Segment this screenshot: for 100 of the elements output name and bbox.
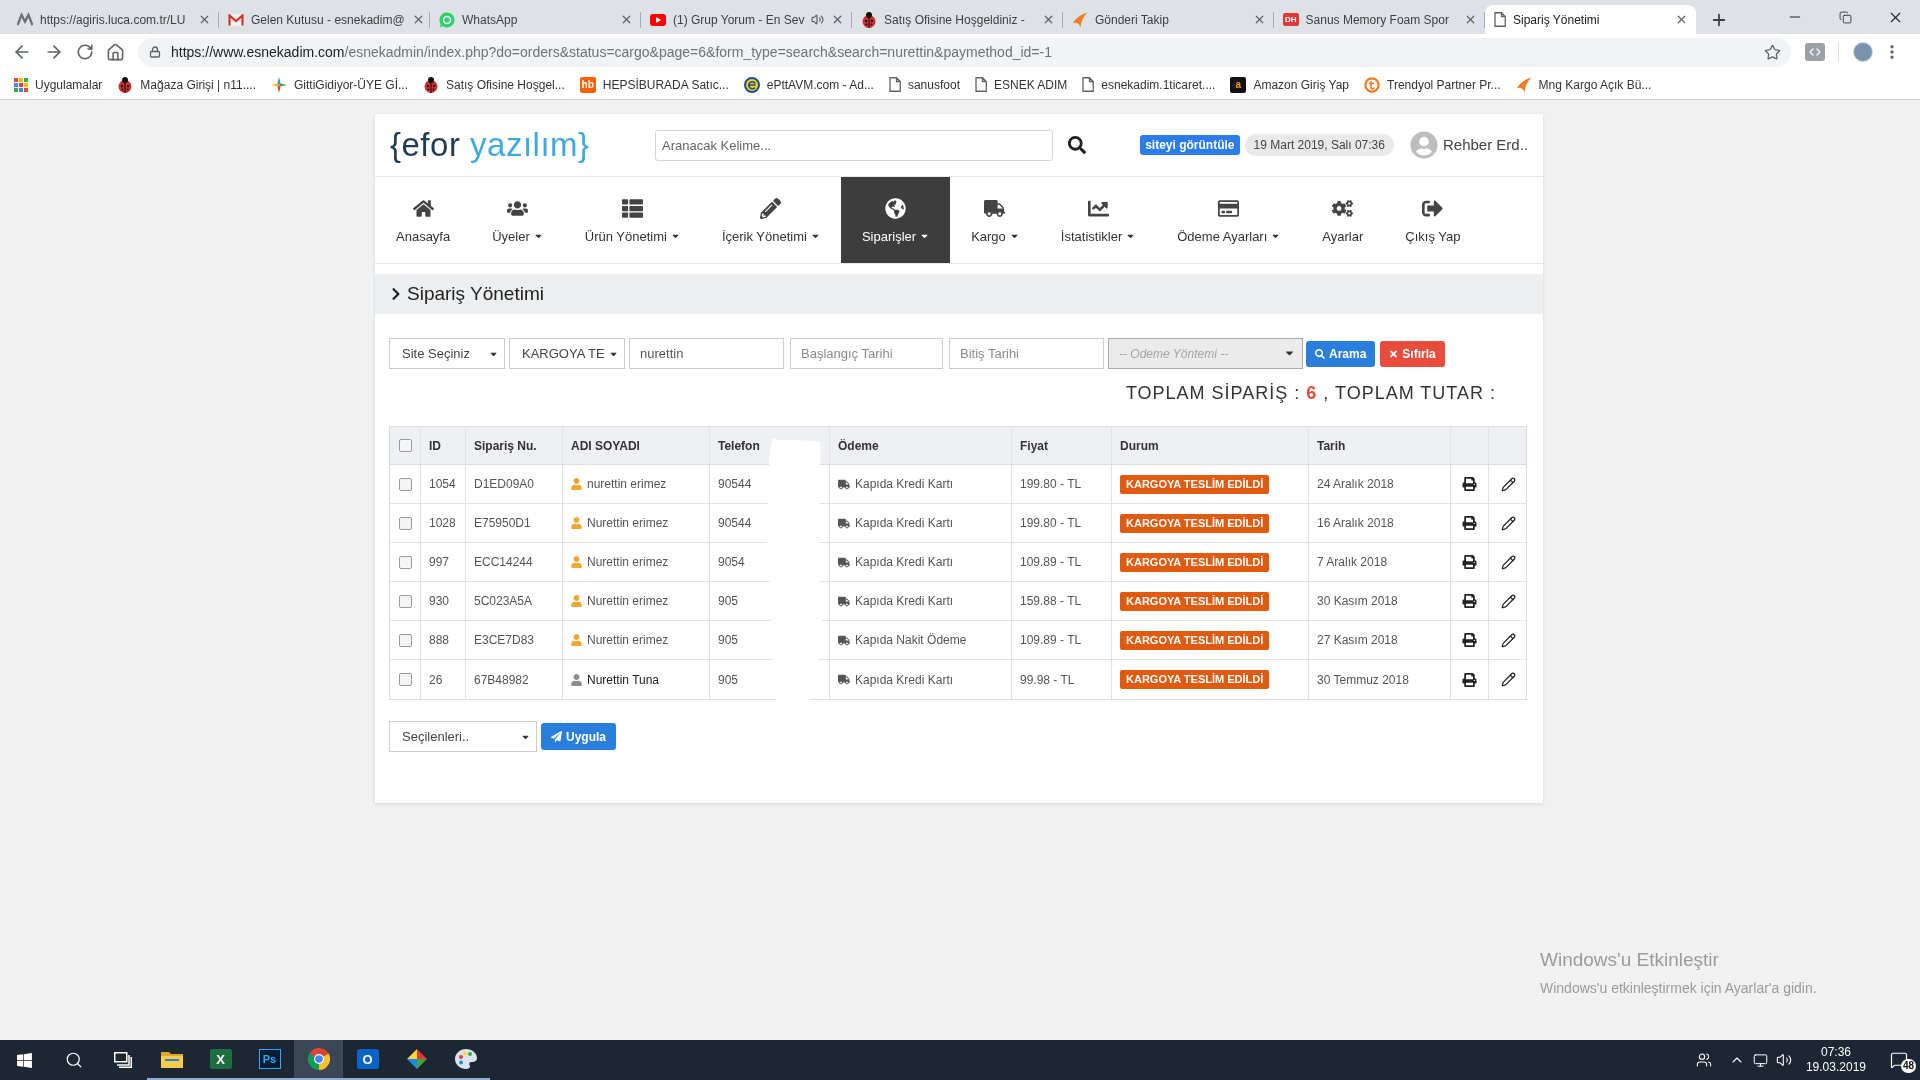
search-icon[interactable] bbox=[1068, 136, 1086, 154]
bookmark[interactable]: Trendyol Partner Pr... bbox=[1358, 71, 1507, 98]
site-select[interactable]: Site Seçiniz bbox=[389, 338, 505, 369]
pencil-icon[interactable] bbox=[1501, 672, 1516, 687]
bookmark[interactable]: Uygulamalar bbox=[8, 71, 109, 98]
menu-item[interactable]: İçerik Yönetimi bbox=[700, 177, 841, 263]
bookmark-logo-badge: a bbox=[1230, 76, 1247, 93]
bulk-action-select[interactable]: Seçilenleri.. bbox=[389, 721, 537, 752]
reload-icon[interactable] bbox=[76, 43, 94, 61]
order-number: 67B48982 bbox=[474, 671, 529, 689]
search-button[interactable]: Arama bbox=[1306, 340, 1376, 367]
profile-avatar[interactable] bbox=[1853, 42, 1873, 62]
volume-icon[interactable] bbox=[1775, 1052, 1792, 1068]
logo[interactable]: {efor yazılım} bbox=[390, 125, 590, 163]
network-icon[interactable] bbox=[1752, 1052, 1768, 1068]
site-icon bbox=[17, 11, 33, 28]
payment-method-select[interactable]: -- Odeme Yöntemi -- bbox=[1108, 338, 1303, 369]
menu-item[interactable]: Ürün Yönetimi bbox=[563, 177, 701, 263]
home-icon[interactable] bbox=[106, 42, 125, 62]
browser-tab[interactable]: Satış Ofisine Hoşgeldiniz - bbox=[852, 5, 1063, 34]
restore-icon[interactable] bbox=[1838, 10, 1852, 24]
menu-item[interactable]: İstatistikler bbox=[1039, 177, 1157, 263]
browser-tab[interactable]: (1) Grup Yorum - En Sev bbox=[641, 5, 852, 34]
browser-tab[interactable]: https://agiris.luca.com.tr/LU bbox=[8, 5, 219, 34]
reset-button[interactable]: Sıfırla bbox=[1380, 340, 1445, 367]
taskbar-app[interactable] bbox=[294, 1040, 343, 1080]
pencil-icon[interactable] bbox=[1501, 554, 1516, 570]
taskbar-app[interactable]: X bbox=[196, 1040, 245, 1080]
bird-icon bbox=[1515, 76, 1532, 93]
menu-item[interactable]: Ödeme Ayarları bbox=[1156, 177, 1302, 263]
browser-tab[interactable]: Gelen Kutusu - esnekadim@ bbox=[219, 5, 430, 34]
customer-name[interactable]: Nurettin erimez bbox=[587, 592, 669, 610]
windows-logo-icon[interactable] bbox=[16, 1051, 33, 1069]
menu-item[interactable]: Anasayfa bbox=[375, 177, 472, 263]
printer-icon[interactable] bbox=[1462, 555, 1477, 569]
checkbox[interactable] bbox=[398, 555, 412, 569]
browser-tab[interactable]: WhatsApp bbox=[430, 5, 641, 34]
search-field[interactable]: Aranacak Kelime... bbox=[655, 129, 1053, 161]
checkbox[interactable] bbox=[398, 673, 412, 686]
bookmark[interactable]: ePttAVM.com - Ad... bbox=[737, 71, 880, 98]
menu-item[interactable]: Çıkış Yap bbox=[1384, 177, 1482, 263]
phone-number: 905 bbox=[718, 593, 739, 610]
bookmark[interactable]: esnekadim.1ticaret.... bbox=[1076, 71, 1222, 98]
speaker-icon[interactable] bbox=[811, 13, 825, 26]
clock-date[interactable]: 19.03.2019 bbox=[1805, 1060, 1866, 1075]
menu-item[interactable]: Siparişler bbox=[840, 177, 951, 263]
customer-name[interactable]: nurettin erimez bbox=[587, 475, 667, 493]
people-icon[interactable] bbox=[1695, 1052, 1712, 1068]
view-site-link[interactable]: siteyi görüntüle bbox=[1140, 135, 1240, 155]
price: 109.89 - TL bbox=[1020, 554, 1082, 571]
taskbar-app[interactable]: O bbox=[343, 1040, 392, 1080]
apply-button[interactable]: Uygula bbox=[541, 723, 616, 750]
extension-icon[interactable] bbox=[1805, 43, 1825, 61]
checkbox[interactable] bbox=[398, 477, 412, 491]
truck-icon bbox=[838, 674, 850, 685]
bookmark[interactable]: ESNEK ADIM bbox=[968, 71, 1074, 98]
end-date-field[interactable]: Bitiş Tarihi bbox=[949, 338, 1104, 369]
bookmark[interactable]: sanusfoot bbox=[882, 71, 966, 98]
pencil-icon[interactable] bbox=[1501, 593, 1516, 609]
search-icon[interactable] bbox=[64, 1051, 83, 1069]
bookmark[interactable]: Mng Kargo Açık Bü... bbox=[1509, 71, 1658, 98]
status-select[interactable]: KARGOYA TE bbox=[509, 338, 625, 369]
bookmark[interactable]: Satış Ofisine Hoşgel... bbox=[417, 71, 571, 98]
menu-item[interactable]: Kargo bbox=[950, 177, 1040, 263]
user-icon bbox=[571, 556, 582, 568]
customer-name[interactable]: Nurettin erimez bbox=[587, 514, 669, 532]
bookmark[interactable]: Mağaza Girişi | n11.... bbox=[111, 71, 262, 98]
task-view-icon[interactable] bbox=[113, 1052, 132, 1068]
printer-icon[interactable] bbox=[1462, 594, 1477, 608]
menu-item[interactable]: Ayarlar bbox=[1301, 177, 1385, 263]
printer-icon[interactable] bbox=[1462, 477, 1477, 491]
pencil-icon[interactable] bbox=[1501, 632, 1516, 648]
printer-icon[interactable] bbox=[1462, 672, 1477, 687]
customer-name[interactable]: Nurettin Tuna bbox=[587, 670, 660, 689]
customer-name[interactable]: Nurettin erimez bbox=[587, 553, 669, 571]
checkbox[interactable] bbox=[398, 633, 412, 647]
printer-icon[interactable] bbox=[1462, 633, 1477, 647]
bookmark[interactable]: a Amazon Giriş Yap bbox=[1224, 71, 1355, 98]
bookmark[interactable]: hb HEPSİBURADA Satıc... bbox=[573, 71, 735, 98]
checkbox[interactable] bbox=[398, 594, 412, 608]
bookmark[interactable]: GittiGidiyor-ÜYE Gİ... bbox=[264, 71, 414, 98]
address-bar[interactable]: https://www.esnekadim.com/esnekadmin/index.php?do=orders&status=cargo&page=6&form_type=search&search=nurettin&paymethod_id=-1 bbox=[138, 37, 1791, 67]
name-search-field[interactable]: nurettin bbox=[629, 338, 784, 369]
pencil-icon[interactable] bbox=[1501, 515, 1516, 531]
checkbox[interactable] bbox=[398, 439, 412, 452]
browser-tab[interactable]: Gönderi Takip bbox=[1063, 5, 1274, 34]
clock-time[interactable]: 07:36 bbox=[1820, 1045, 1851, 1060]
checkbox[interactable] bbox=[398, 516, 412, 530]
user-name[interactable]: Rehber Erd.. bbox=[1442, 133, 1528, 157]
star-icon[interactable] bbox=[1764, 43, 1781, 61]
customer-name[interactable]: Nurettin erimez bbox=[587, 631, 669, 649]
pencil-icon[interactable] bbox=[1501, 476, 1516, 492]
close-icon[interactable] bbox=[1675, 13, 1688, 26]
status-badge: KARGOYA TESLİM EDİLDİ bbox=[1120, 670, 1270, 689]
printer-icon[interactable] bbox=[1462, 516, 1477, 530]
browser-tab[interactable]: Sipariş Yönetimi bbox=[1485, 5, 1696, 34]
start-date-field[interactable]: Başlangıç Tarihi bbox=[790, 338, 943, 369]
browser-tab[interactable]: DH Sanus Memory Foam Spor bbox=[1274, 5, 1485, 34]
notification-count: 48 bbox=[1900, 1059, 1916, 1073]
menu-item[interactable]: Üyeler bbox=[471, 177, 564, 263]
